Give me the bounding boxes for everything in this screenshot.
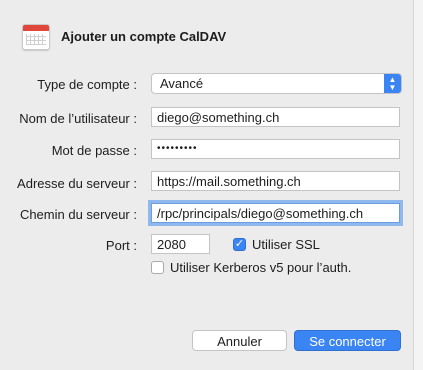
cancel-button[interactable]: Annuler	[192, 330, 287, 351]
checkmark-icon: ✓	[234, 238, 245, 250]
username-label: Nom de l’utilisateur :	[19, 111, 137, 126]
add-caldav-account-dialog: Ajouter un compte CalDAV Type de compte …	[0, 0, 413, 370]
use-ssl-checkbox[interactable]: ✓	[233, 238, 246, 251]
port-label: Port :	[105, 238, 137, 253]
chevron-updown-icon: ▲ ▼	[384, 74, 401, 93]
account-type-select[interactable]: Avancé ▲ ▼	[151, 73, 402, 94]
calendar-icon	[22, 24, 50, 50]
connect-button[interactable]: Se connecter	[294, 330, 401, 351]
use-kerberos-checkbox[interactable]	[151, 261, 164, 274]
use-kerberos-label: Utiliser Kerberos v5 pour l’auth.	[170, 260, 352, 275]
username-field[interactable]: diego@something.ch	[151, 107, 400, 127]
port-field[interactable]: 2080	[151, 234, 210, 254]
window-edge	[413, 0, 423, 370]
account-type-label: Type de compte :	[37, 77, 137, 92]
use-ssl-label: Utiliser SSL	[252, 237, 320, 252]
password-label: Mot de passe :	[51, 143, 137, 158]
account-type-value: Avancé	[160, 76, 204, 91]
server-path-label: Chemin du serveur :	[19, 207, 137, 222]
server-address-label: Adresse du serveur :	[17, 176, 137, 191]
password-field[interactable]: •••••••••	[151, 139, 400, 159]
server-path-field[interactable]: /rpc/principals/diego@something.ch	[151, 203, 400, 223]
server-address-field[interactable]: https://mail.something.ch	[151, 171, 400, 191]
dialog-title: Ajouter un compte CalDAV	[61, 29, 227, 44]
